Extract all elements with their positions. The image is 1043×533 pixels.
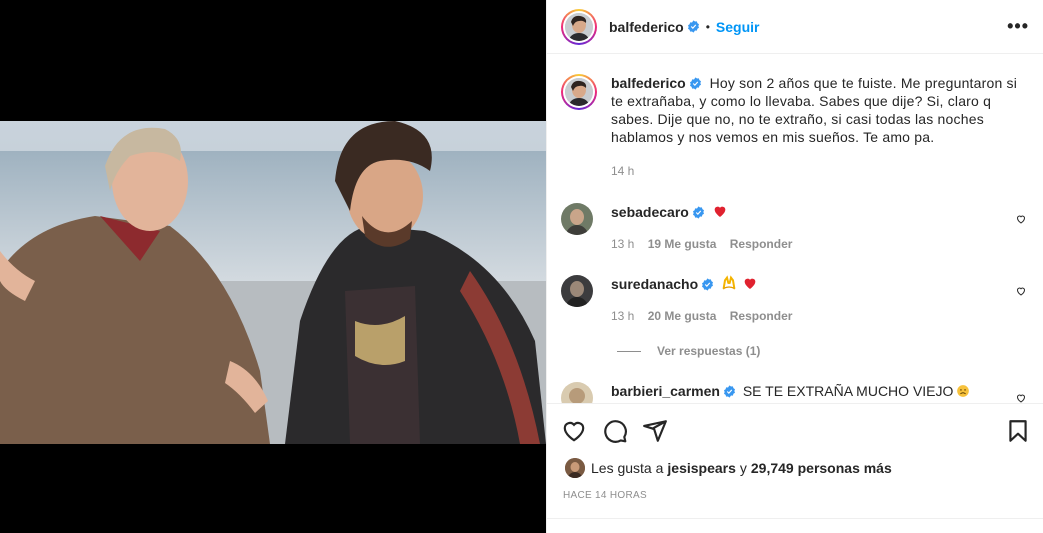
post-panel: balfederico • Seguir ••• balfederico Hoy… <box>546 0 1043 533</box>
likes-summary: Les gusta a jesispears y 29,749 personas… <box>565 458 892 478</box>
post-header: balfederico • Seguir ••• <box>547 0 1043 54</box>
comment-username[interactable]: sebadecaro <box>611 204 689 220</box>
comment-likes[interactable]: 20 Me gusta <box>648 309 717 323</box>
save-icon[interactable] <box>1005 418 1031 444</box>
author-username[interactable]: balfederico <box>609 19 684 35</box>
author-avatar[interactable] <box>561 8 597 45</box>
verified-icon <box>689 77 701 90</box>
verified-icon <box>692 206 704 219</box>
comment-item: barbieri_carmen SE TE EXTRAÑA MUCHO VIEJ… <box>561 382 1031 403</box>
more-icon[interactable]: ••• <box>1007 16 1029 37</box>
sad-face-emoji-icon <box>957 385 970 397</box>
action-bar <box>547 403 1043 454</box>
comment-text: SE TE EXTRAÑA MUCHO VIEJO <box>742 383 954 399</box>
view-replies-label[interactable]: Ver respuestas (1) <box>657 344 760 358</box>
likes-prefix: Les gusta a <box>591 460 664 476</box>
raised-hands-emoji-icon <box>722 275 736 290</box>
comment-avatar[interactable] <box>561 382 593 403</box>
verified-icon <box>702 278 714 291</box>
likes-conj: y <box>739 460 747 476</box>
divider <box>547 518 1043 519</box>
instagram-post-view: balfederico • Seguir ••• balfederico Hoy… <box>0 0 1043 533</box>
post-media <box>0 0 546 533</box>
verified-icon <box>723 385 735 398</box>
heart-emoji-icon <box>744 278 756 289</box>
comment-username[interactable]: suredanacho <box>611 276 698 292</box>
like-comment-icon[interactable] <box>1015 392 1027 403</box>
post-timestamp[interactable]: HACE 14 HORAS <box>563 490 647 501</box>
reply-button[interactable]: Responder <box>730 309 793 323</box>
liker-avatar[interactable] <box>565 458 585 478</box>
comments-list[interactable]: balfederico Hoy son 2 años que te fuiste… <box>547 55 1043 403</box>
follow-button[interactable]: Seguir <box>716 19 760 35</box>
comment-username[interactable]: barbieri_carmen <box>611 383 720 399</box>
heart-emoji-icon <box>714 206 726 217</box>
heart-icon[interactable] <box>561 418 587 444</box>
likes-count[interactable]: 29,749 personas más <box>751 460 892 476</box>
replies-line <box>617 350 641 352</box>
separator-dot: • <box>705 19 710 34</box>
caption: balfederico Hoy son 2 años que te fuiste… <box>561 74 1031 180</box>
verified-icon <box>687 20 699 33</box>
comment-item: sebadecaro 13 h 19 Me gusta Responder <box>561 203 1031 253</box>
caption-username[interactable]: balfederico <box>611 75 686 91</box>
caption-time: 14 h <box>611 164 635 178</box>
comment-time: 13 h <box>611 237 635 251</box>
comment-time: 13 h <box>611 309 635 323</box>
reply-button[interactable]: Responder <box>730 237 793 251</box>
comment-likes[interactable]: 19 Me gusta <box>648 237 717 251</box>
comment-icon[interactable] <box>602 418 628 444</box>
like-comment-icon[interactable] <box>1015 213 1027 225</box>
comment-item: suredanacho 13 h 20 Me gusta Responder <box>561 275 1031 325</box>
caption-avatar[interactable] <box>561 74 597 110</box>
post-photo[interactable] <box>0 121 546 444</box>
comment-avatar[interactable] <box>561 275 593 307</box>
view-replies-button[interactable]: Ver respuestas (1) <box>617 344 760 358</box>
likes-user[interactable]: jesispears <box>667 460 736 476</box>
like-comment-icon[interactable] <box>1015 285 1027 297</box>
share-icon[interactable] <box>642 418 668 444</box>
comment-avatar[interactable] <box>561 203 593 235</box>
